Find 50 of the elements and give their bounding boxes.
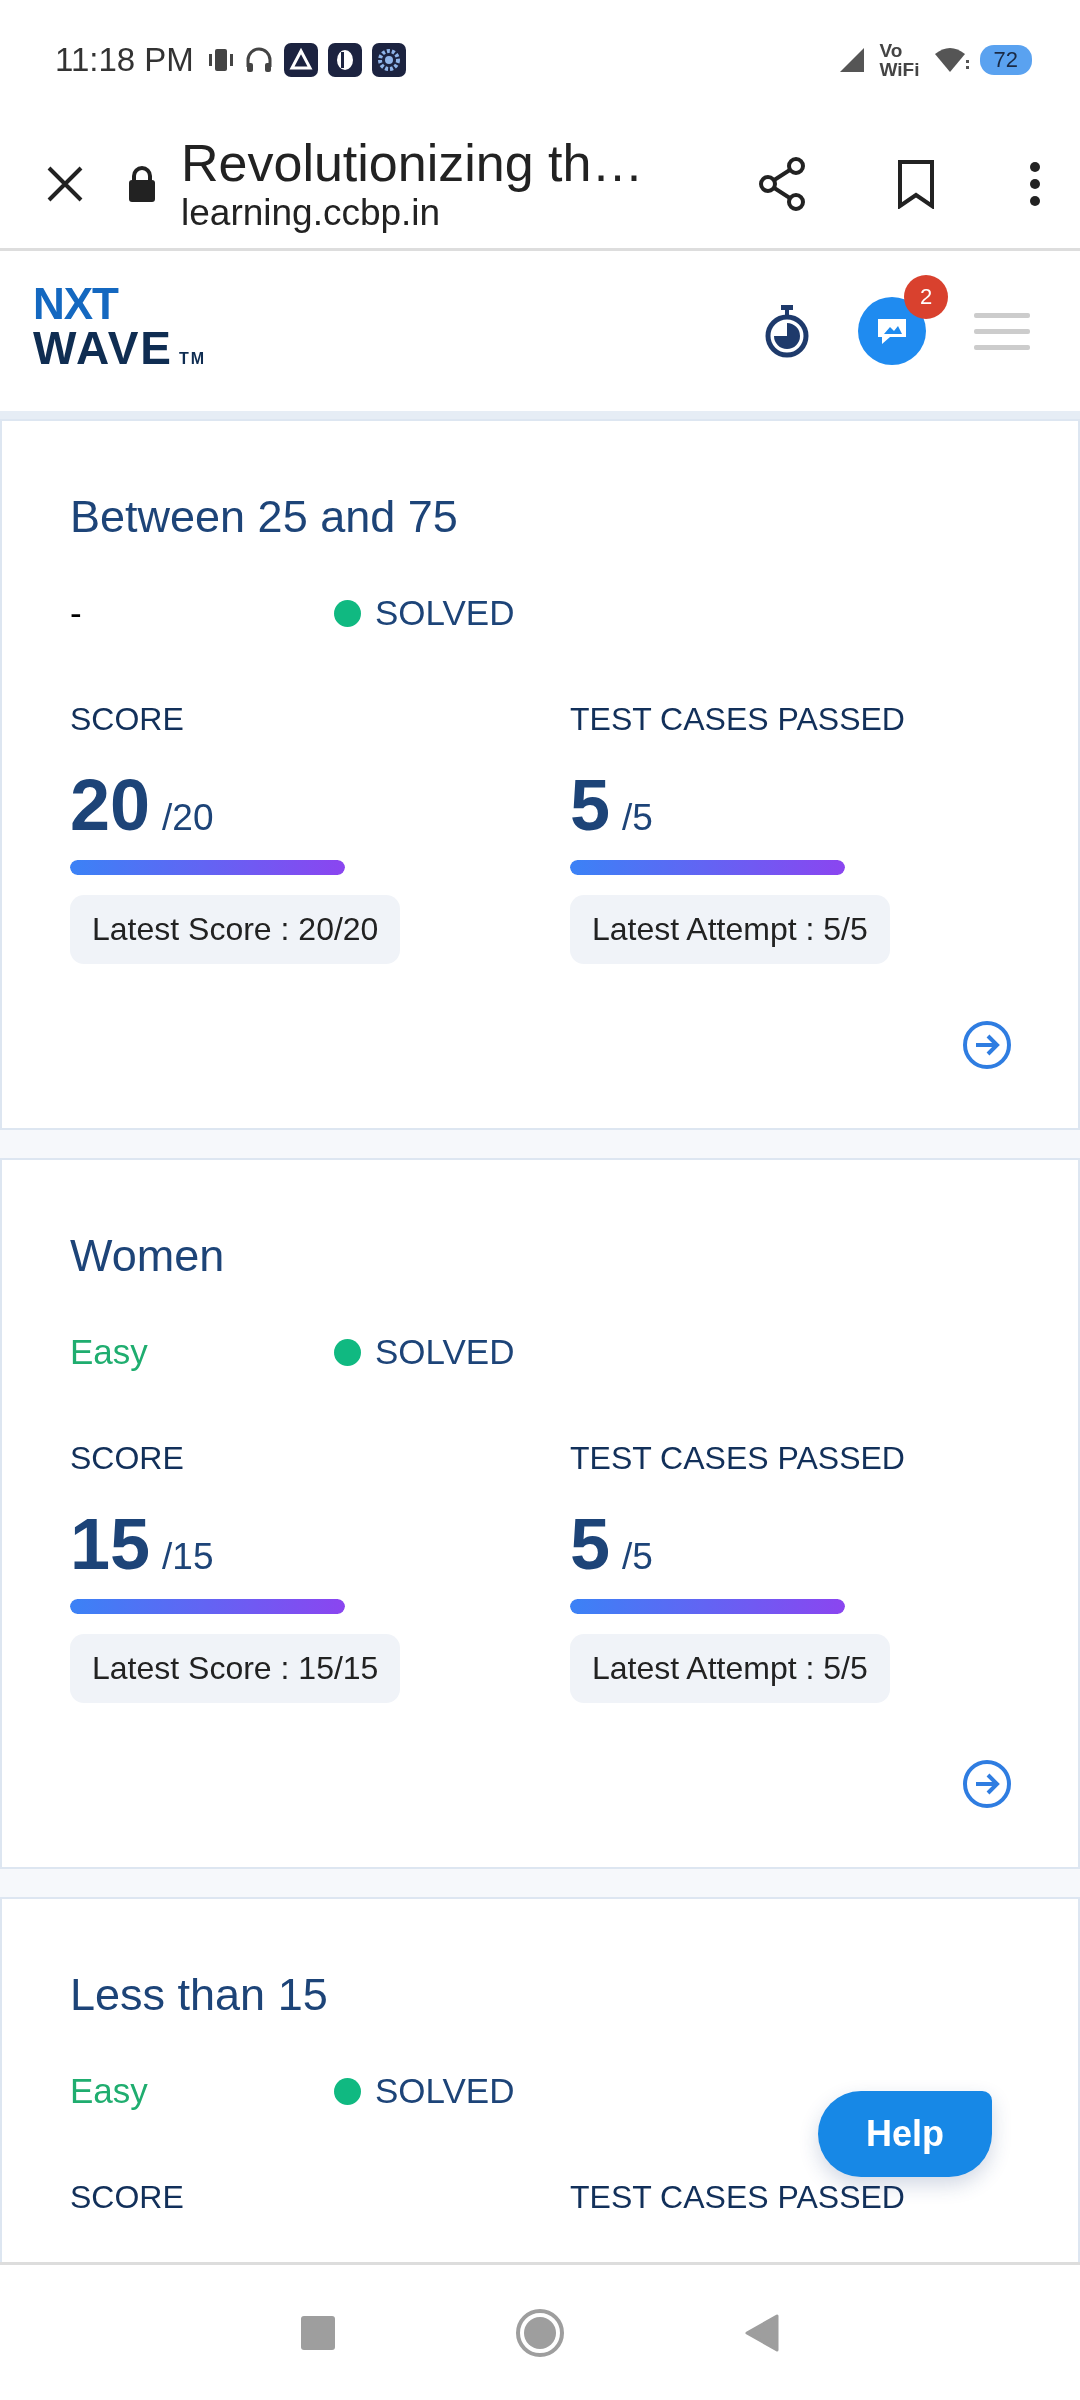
more-icon[interactable] <box>1028 161 1042 207</box>
page-url: learning.ccbp.in <box>181 192 442 234</box>
metric-label: TEST CASES PASSED <box>570 2179 905 2216</box>
latest-result: Latest Score : 20/20 <box>70 895 401 964</box>
app-icon <box>283 43 318 77</box>
logo[interactable]: NXT WAVE TM <box>33 281 207 381</box>
app-icon <box>327 43 362 77</box>
question-title[interactable]: Women <box>70 1230 1010 1282</box>
latest-result: Latest Attempt : 5/5 <box>570 895 890 964</box>
metric-label: SCORE <box>70 701 184 738</box>
lock-icon <box>127 165 157 203</box>
metric-label: SCORE <box>70 2179 184 2216</box>
metric-total: /5 <box>622 797 653 839</box>
battery-indicator: 72 <box>979 45 1032 75</box>
metric-value: 5 <box>570 764 611 846</box>
page-title: Revolutionizing th… <box>181 134 645 192</box>
difficulty-label: - <box>70 593 83 633</box>
metric-total: /5 <box>622 1536 653 1578</box>
status-label: SOLVED <box>375 1332 515 1372</box>
metric-total: /20 <box>162 797 214 839</box>
bookmark-icon[interactable] <box>896 159 936 209</box>
back-icon[interactable] <box>745 2313 779 2352</box>
help-button[interactable]: Help <box>818 2091 992 2177</box>
difficulty-label: Easy <box>70 2071 149 2111</box>
question-title[interactable]: Less than 15 <box>70 1969 1010 2021</box>
metric-value: 20 <box>70 764 151 846</box>
gear-icon <box>371 43 406 77</box>
metric-label: TEST CASES PASSED <box>570 1440 905 1477</box>
metric-label: TEST CASES PASSED <box>570 701 905 738</box>
arrow-right-circle-icon[interactable] <box>962 1020 1012 1070</box>
status-time: 11:18 PM <box>55 41 194 79</box>
metric-value: 15 <box>70 1503 151 1585</box>
latest-result: Latest Attempt : 5/5 <box>570 1634 890 1703</box>
notification-badge: 2 <box>904 275 948 319</box>
wifi-icon <box>933 46 970 74</box>
vo-label: Vo <box>879 41 904 60</box>
wifi-label: WiFi <box>879 60 920 79</box>
status-label: SOLVED <box>375 2071 515 2111</box>
stopwatch-icon[interactable] <box>764 303 810 359</box>
metric-total: /15 <box>162 1536 214 1578</box>
metric-value: 5 <box>570 1503 611 1585</box>
metric-label: SCORE <box>70 1440 184 1477</box>
difficulty-label: Easy <box>70 1332 149 1372</box>
arrow-right-circle-icon[interactable] <box>962 1759 1012 1809</box>
home-icon[interactable] <box>515 2307 565 2358</box>
latest-result: Latest Score : 15/15 <box>70 1634 401 1703</box>
recents-icon[interactable] <box>301 2315 335 2350</box>
close-icon[interactable] <box>45 164 85 204</box>
status-label: SOLVED <box>375 593 515 633</box>
question-title[interactable]: Between 25 and 75 <box>70 491 1010 543</box>
